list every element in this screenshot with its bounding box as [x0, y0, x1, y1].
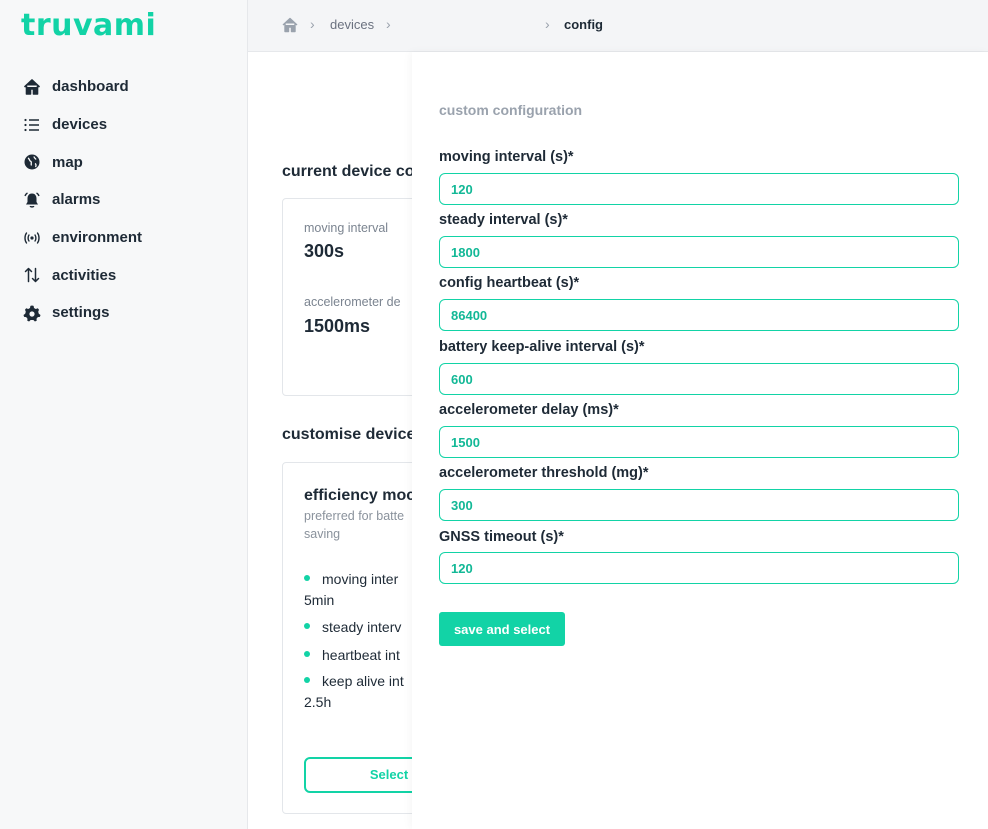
sidebar-item-label: settings: [52, 304, 110, 322]
steady-interval-field[interactable]: [439, 236, 959, 268]
battery-keep-alive-field-label: battery keep-alive interval (s)*: [439, 339, 645, 355]
list-item: keep alive int: [304, 673, 404, 689]
breadcrumb: › devices › › config: [248, 0, 988, 52]
accelerometer-delay-field-label: accelerometer delay (ms)*: [439, 402, 619, 418]
sidebar-item-label: activities: [52, 266, 117, 284]
panel-title: custom configuration: [439, 102, 583, 118]
mode-description-line2: saving: [304, 527, 341, 541]
broadcast-icon: [22, 228, 42, 248]
breadcrumb-devices[interactable]: devices: [330, 17, 374, 32]
gear-icon: [22, 303, 42, 323]
customise-device-title: customise device: [282, 426, 416, 443]
list-item: heartbeat int: [304, 647, 400, 663]
list-item: moving inter: [304, 571, 398, 587]
sidebar-item-label: alarms: [52, 191, 101, 209]
sidebar-item-environment[interactable]: environment: [0, 219, 248, 257]
accelerometer-delay-field[interactable]: [439, 426, 959, 458]
accelerometer-delay-value: 1500ms: [304, 316, 371, 336]
list-item-continuation: 2.5h: [304, 694, 332, 710]
list-item: steady interv: [304, 619, 401, 635]
globe-icon: [22, 152, 42, 172]
sidebar-item-label: devices: [52, 116, 108, 134]
accelerometer-delay-label: accelerometer de: [304, 295, 401, 309]
sidebar-item-dashboard[interactable]: dashboard: [0, 68, 248, 106]
breadcrumb-config: config: [564, 17, 603, 32]
moving-interval-field[interactable]: [439, 173, 959, 205]
sidebar-item-map[interactable]: map: [0, 143, 248, 181]
chevron-right-icon: ›: [310, 16, 315, 32]
gnss-timeout-field[interactable]: [439, 552, 959, 584]
list-icon: [22, 115, 42, 135]
battery-keep-alive-field[interactable]: [439, 363, 959, 395]
custom-config-panel: custom configuration moving interval (s)…: [412, 52, 988, 829]
chevron-right-icon: ›: [386, 16, 391, 32]
sidebar-item-devices[interactable]: devices: [0, 106, 248, 144]
sidebar: truvami dashboard devices map alarms env…: [0, 0, 248, 829]
list-item-continuation: 5min: [304, 592, 335, 608]
moving-interval-field-label: moving interval (s)*: [439, 149, 574, 165]
home-icon[interactable]: [282, 17, 298, 38]
sidebar-item-label: map: [52, 153, 83, 171]
sidebar-item-label: dashboard: [52, 78, 129, 96]
save-and-select-button[interactable]: save and select: [439, 612, 565, 646]
sidebar-item-activities[interactable]: activities: [0, 256, 248, 294]
sidebar-item-settings[interactable]: settings: [0, 294, 248, 332]
mode-title: efficiency moc: [304, 487, 416, 504]
gnss-timeout-field-label: GNSS timeout (s)*: [439, 529, 564, 545]
sidebar-item-label: environment: [52, 229, 143, 247]
accelerometer-threshold-field[interactable]: [439, 489, 959, 521]
mode-description-line1: preferred for batte: [304, 509, 405, 523]
config-heartbeat-field-label: config heartbeat (s)*: [439, 275, 580, 291]
moving-interval-value: 300s: [304, 241, 345, 261]
config-heartbeat-field[interactable]: [439, 299, 959, 331]
chevron-right-icon: ›: [545, 16, 550, 32]
moving-interval-label: moving interval: [304, 221, 389, 235]
sidebar-item-alarms[interactable]: alarms: [0, 181, 248, 219]
current-config-title: current device co: [282, 163, 415, 180]
home-icon: [22, 77, 42, 97]
accelerometer-threshold-field-label: accelerometer threshold (mg)*: [439, 465, 649, 481]
app-logo[interactable]: truvami: [21, 8, 156, 43]
bell-icon: [22, 190, 42, 210]
sidebar-nav: dashboard devices map alarms environment: [0, 68, 248, 332]
arrows-up-down-icon: [22, 265, 42, 285]
steady-interval-field-label: steady interval (s)*: [439, 212, 568, 228]
